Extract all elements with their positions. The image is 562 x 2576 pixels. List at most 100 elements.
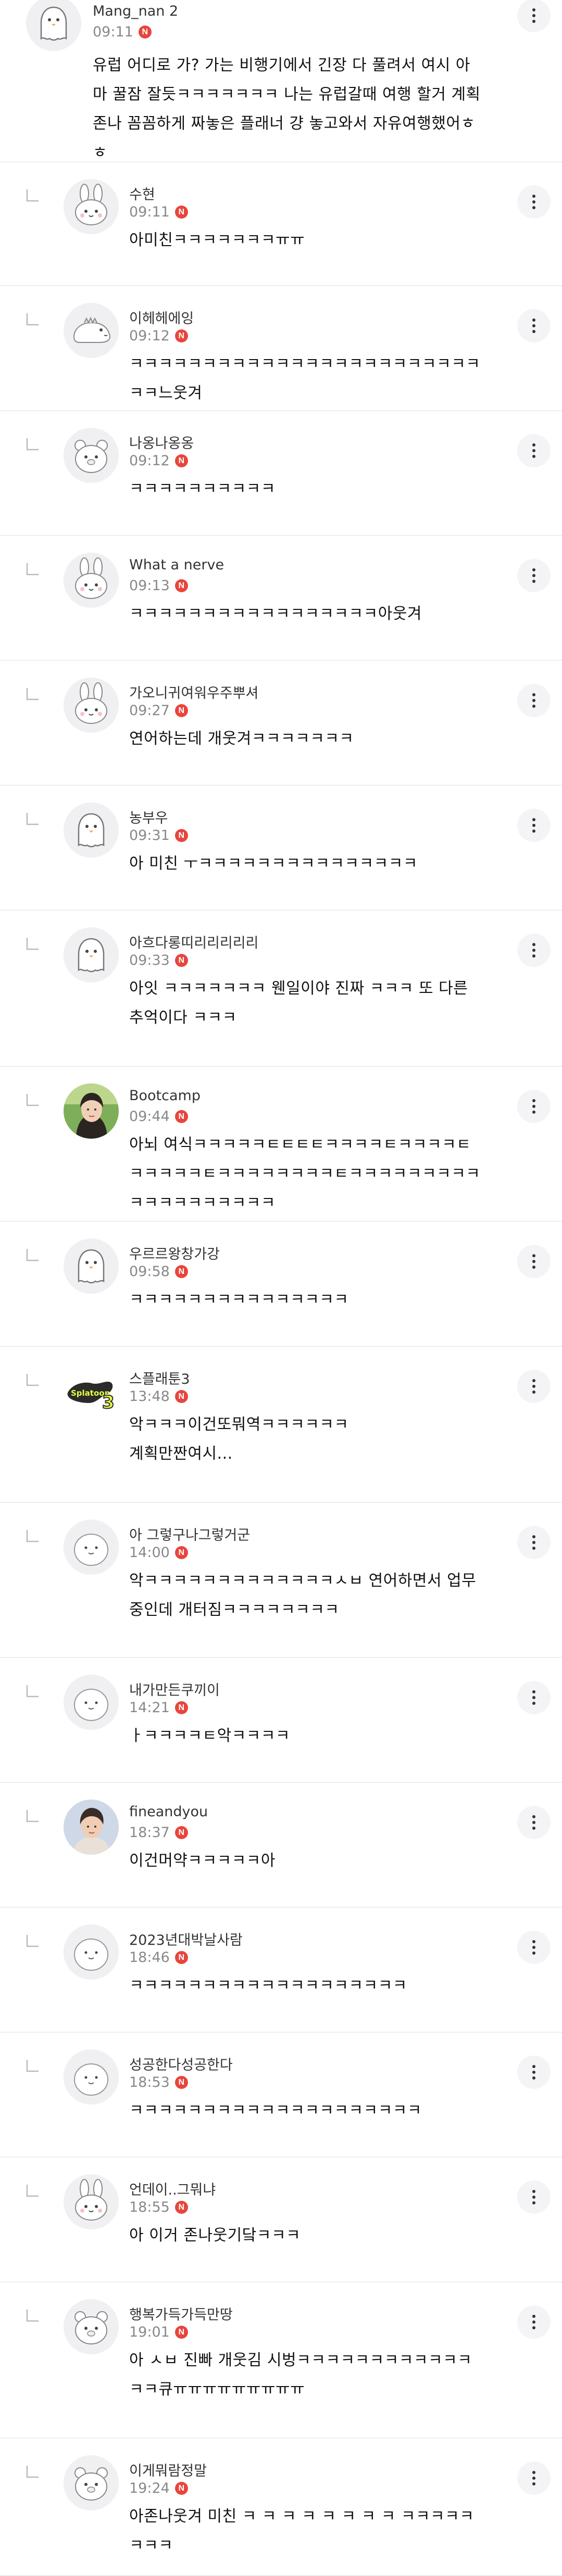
comment-author[interactable]: fineandyou bbox=[129, 1804, 208, 1820]
avatar[interactable] bbox=[64, 1675, 119, 1730]
avatar[interactable] bbox=[64, 1924, 119, 1980]
avatar[interactable] bbox=[64, 1083, 119, 1139]
comment-time: 14:21 bbox=[129, 1700, 170, 1716]
comment-time: 13:48 bbox=[129, 1388, 170, 1405]
comment-author[interactable]: 스플래툰3 bbox=[129, 1368, 190, 1388]
comment-item: 아 그렇구나그렇거군 14:00 N 악ㅋㅋㅋㅋㅋㅋㅋㅋㅋㅋㅋㅋㅋㅅㅂ 연어하면… bbox=[0, 1503, 562, 1658]
more-options-button[interactable] bbox=[517, 1090, 551, 1123]
comment-item: 이게뭐람정말 19:24 N 아존나웃겨 미친 ㅋ ㅋ ㅋ ㅋ ㅋ ㅋ ㅋ ㅋ … bbox=[0, 2439, 562, 2576]
dot-icon bbox=[532, 693, 535, 696]
avatar[interactable] bbox=[64, 553, 119, 608]
avatar[interactable] bbox=[64, 802, 119, 858]
reply-arrow-icon bbox=[25, 2466, 41, 2481]
comment-author[interactable]: 아흐다롱띠리리리리리 bbox=[129, 932, 258, 952]
avatar[interactable] bbox=[64, 1239, 119, 1294]
comment-author[interactable]: Mang_nan 2 bbox=[93, 3, 178, 19]
new-badge: N bbox=[174, 579, 188, 592]
avatar[interactable]: Splatoon 3 bbox=[64, 1363, 119, 1419]
comment-time: 09:13 bbox=[129, 578, 170, 594]
comment-author[interactable]: Bootcamp bbox=[129, 1088, 201, 1104]
more-options-button[interactable] bbox=[517, 809, 551, 842]
comment-author[interactable]: 가오니귀여워우주뿌셔 bbox=[129, 682, 258, 702]
more-options-button[interactable] bbox=[517, 1526, 551, 1559]
comment-time: 09:33 bbox=[129, 952, 170, 968]
reply-arrow-icon bbox=[25, 1249, 41, 1265]
dot-icon bbox=[532, 2071, 535, 2074]
more-options-button[interactable] bbox=[517, 934, 551, 967]
new-badge: N bbox=[174, 2076, 188, 2089]
dot-icon bbox=[532, 1105, 535, 1108]
comment-meta: 09:12 N bbox=[129, 328, 188, 344]
more-options-button[interactable] bbox=[517, 2180, 551, 2214]
dot-icon bbox=[532, 824, 535, 827]
dot-icon bbox=[532, 330, 535, 333]
more-options-button[interactable] bbox=[517, 434, 551, 467]
comment-item: 나옹나옹옹 09:12 N ㅋㅋㅋㅋㅋㅋㅋㅋㅋㅋ bbox=[0, 411, 562, 536]
avatar[interactable] bbox=[26, 0, 81, 51]
comment-author[interactable]: 농부우 bbox=[129, 807, 168, 827]
comment-time: 09:58 bbox=[129, 1264, 170, 1280]
avatar[interactable] bbox=[64, 179, 119, 234]
avatar[interactable] bbox=[64, 1520, 119, 1575]
comment-meta: 18:46 N bbox=[129, 1949, 188, 1966]
new-badge: N bbox=[174, 1390, 188, 1403]
comment-time: 19:01 bbox=[129, 2324, 170, 2340]
avatar[interactable] bbox=[64, 303, 119, 358]
comment-author[interactable]: 내가만든쿠끼이 bbox=[129, 1679, 220, 1699]
comment-author[interactable]: 나옹나옹옹 bbox=[129, 432, 194, 452]
more-options-button[interactable] bbox=[517, 559, 551, 592]
dot-icon bbox=[532, 830, 535, 833]
avatar[interactable] bbox=[64, 927, 119, 983]
more-options-button[interactable] bbox=[517, 1245, 551, 1278]
dot-icon bbox=[532, 1385, 535, 1388]
comment-meta: 09:58 N bbox=[129, 1264, 188, 1280]
dot-icon bbox=[532, 1940, 535, 1943]
comment-author[interactable]: 우르르왕창가강 bbox=[129, 1243, 220, 1263]
dot-icon bbox=[532, 449, 535, 452]
comment-author[interactable]: 언데이..그뭐냐 bbox=[129, 2178, 216, 2199]
more-options-button[interactable] bbox=[517, 0, 551, 32]
dot-icon bbox=[532, 1702, 535, 1705]
comment-meta: 09:27 N bbox=[129, 703, 188, 719]
more-options-button[interactable] bbox=[517, 1931, 551, 1964]
dot-icon bbox=[532, 2201, 535, 2204]
avatar[interactable] bbox=[64, 678, 119, 733]
comment-author[interactable]: 행복가득가득만땅 bbox=[129, 2303, 233, 2324]
comment-item: 행복가득가득만땅 19:01 N 아 ㅅㅂ 진빠 개웃김 시벙ㅋㅋㅋㅋㅋㅋㅋㅋㅋ… bbox=[0, 2282, 562, 2439]
dot-icon bbox=[532, 1952, 535, 1955]
avatar[interactable] bbox=[64, 2299, 119, 2354]
more-options-button[interactable] bbox=[517, 309, 551, 342]
more-options-button[interactable] bbox=[517, 1806, 551, 1839]
more-options-button[interactable] bbox=[517, 684, 551, 717]
comment-author[interactable]: 2023년대박날사람 bbox=[129, 1929, 243, 1949]
dot-icon bbox=[532, 206, 535, 209]
comment-text: ㅏㅋㅋㅋㅋㅌ악ㅋㅋㅋㅋ bbox=[129, 1727, 291, 1745]
comment-text: ㅋㅋㅋㅋㅋㅋㅋㅋㅋㅋㅋㅋㅋㅋㅋㅋㅋㅋㅋㅋ bbox=[129, 2101, 422, 2120]
avatar[interactable] bbox=[64, 2455, 119, 2510]
comment-meta: 09:31 N bbox=[129, 827, 188, 844]
dot-icon bbox=[532, 2196, 535, 2199]
comment-author[interactable]: 아 그렇구나그렇거군 bbox=[129, 1524, 250, 1544]
more-options-button[interactable] bbox=[517, 185, 551, 219]
dot-icon bbox=[532, 954, 535, 958]
avatar[interactable] bbox=[64, 2049, 119, 2105]
comment-author[interactable]: 성공한다성공한다 bbox=[129, 2054, 233, 2074]
more-options-button[interactable] bbox=[517, 1370, 551, 1403]
avatar[interactable] bbox=[64, 2174, 119, 2229]
more-options-button[interactable] bbox=[517, 1681, 551, 1714]
more-options-button[interactable] bbox=[517, 2056, 551, 2089]
more-options-button[interactable] bbox=[517, 2305, 551, 2339]
dot-icon bbox=[532, 705, 535, 708]
comment-author[interactable]: 이헤헤에잉 bbox=[129, 307, 194, 327]
dot-icon bbox=[532, 14, 535, 17]
more-options-button[interactable] bbox=[517, 2462, 551, 2495]
dot-icon bbox=[532, 699, 535, 702]
avatar[interactable] bbox=[64, 1800, 119, 1855]
new-badge: N bbox=[174, 1265, 188, 1278]
reply-arrow-icon bbox=[25, 1685, 41, 1701]
comment-author[interactable]: 수현 bbox=[129, 183, 155, 203]
comment-author[interactable]: 이게뭐람정말 bbox=[129, 2459, 207, 2480]
avatar[interactable] bbox=[64, 428, 119, 483]
comment-author[interactable]: What a nerve bbox=[129, 557, 224, 573]
comment-item: Splatoon 3 스플래툰3 13:48 N 악ㅋㅋㅋ이건또뭐역ㅋㅋㅋㅋㅋㅋ 계… bbox=[0, 1347, 562, 1503]
